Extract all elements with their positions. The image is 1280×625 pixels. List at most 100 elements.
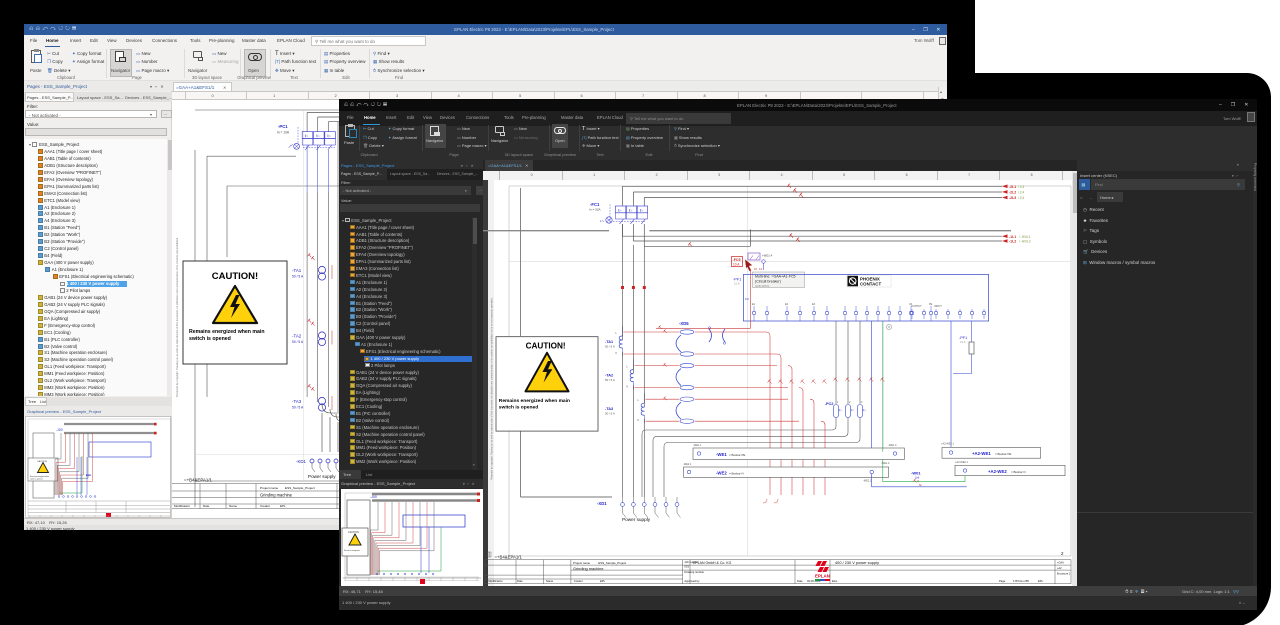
svg-text:/ 2.4: / 2.4 bbox=[1018, 185, 1024, 189]
svg-text:10 A: 10 A bbox=[733, 263, 740, 267]
svg-text:Modification: Modification bbox=[174, 504, 190, 508]
svg-text:-FC5: -FC5 bbox=[733, 258, 741, 262]
svg-text:EPL: EPL bbox=[1038, 579, 1044, 583]
svg-text:K: K bbox=[616, 351, 618, 355]
svg-text:-WE2.1: -WE2.1 bbox=[683, 463, 692, 466]
svg-text:13: 13 bbox=[759, 267, 762, 271]
svg-text:+A2-WE2: +A2-WE2 bbox=[988, 469, 1007, 474]
svg-text:EPL: EPL bbox=[280, 504, 286, 508]
svg-text:Name: Name bbox=[546, 579, 554, 583]
svg-text:Project name: Project name bbox=[260, 486, 279, 490]
svg-text:Drawing number: Drawing number bbox=[684, 570, 704, 574]
svg-text:I▷: I▷ bbox=[863, 408, 867, 412]
svg-text:178 from 265: 178 from 265 bbox=[1013, 579, 1029, 583]
svg-text:EPL: EPL bbox=[600, 579, 606, 583]
svg-text:ACB 3DT01: ACB 3DT01 bbox=[755, 284, 770, 288]
svg-text:CAUTION: CAUTION bbox=[37, 460, 47, 463]
svg-text:I▷: I▷ bbox=[327, 134, 331, 138]
svg-text:/ 2.4: / 2.4 bbox=[1018, 196, 1024, 200]
svg-text:Modification: Modification bbox=[488, 579, 503, 583]
svg-text:-TA3: -TA3 bbox=[605, 407, 613, 411]
svg-text:Grinding machine: Grinding machine bbox=[260, 493, 293, 498]
svg-text:+A2-WE1: +A2-WE1 bbox=[972, 451, 991, 456]
svg-text:EGL: EGL bbox=[832, 579, 838, 583]
svg-text:PE: PE bbox=[929, 303, 933, 306]
svg-text:-KD1: -KD1 bbox=[296, 459, 307, 464]
svg-text:Date: Date bbox=[203, 504, 210, 508]
svg-text:-TA2: -TA2 bbox=[292, 334, 302, 339]
svg-text:Name: Name bbox=[229, 504, 237, 508]
svg-text:CAUTION: CAUTION bbox=[348, 531, 359, 534]
svg-text:-WE2.2: -WE2.2 bbox=[863, 480, 872, 483]
svg-text:10: 10 bbox=[754, 267, 757, 271]
svg-text:Page: Page bbox=[999, 579, 1006, 583]
svg-text:Remains energized: Remains energized bbox=[344, 550, 359, 552]
svg-text:Creator: Creator bbox=[260, 504, 270, 508]
svg-text:I▷: I▷ bbox=[629, 208, 633, 212]
svg-text:I▷: I▷ bbox=[305, 134, 309, 138]
svg-text:Creator: Creator bbox=[574, 579, 583, 583]
svg-text:+A2: +A2 bbox=[1057, 567, 1062, 570]
svg-text:switch is opened: switch is opened bbox=[30, 478, 43, 481]
svg-text:-2L2: -2L2 bbox=[1009, 191, 1016, 195]
svg-text:50 / 5 A: 50 / 5 A bbox=[292, 275, 304, 279]
svg-text:E3: E3 bbox=[812, 303, 816, 306]
svg-text:-FC1: -FC1 bbox=[590, 202, 600, 207]
svg-text:-TA2: -TA2 bbox=[605, 374, 613, 378]
svg-text:K: K bbox=[638, 418, 640, 422]
svg-text:-XD1: -XD1 bbox=[597, 501, 607, 506]
svg-text:Power supply: Power supply bbox=[622, 517, 651, 522]
svg-text:Date: Date bbox=[797, 579, 803, 583]
svg-text:IOS: IOS bbox=[684, 565, 689, 569]
svg-text:50 / 5 A: 50 / 5 A bbox=[292, 406, 304, 410]
svg-text:400 / 230 V power supply: 400 / 230 V power supply bbox=[835, 560, 879, 565]
svg-text:Protected by copyright. Passin: Protected by copyright. Passing on as we… bbox=[491, 297, 494, 480]
svg-text:K: K bbox=[627, 385, 629, 389]
svg-text:-PC1: -PC1 bbox=[278, 124, 288, 129]
svg-text:+GAA: +GAA bbox=[1057, 562, 1064, 565]
svg-text:-WE2: -WE2 bbox=[716, 470, 727, 475]
svg-text:Project name: Project name bbox=[573, 561, 590, 565]
svg-text:Power supply: Power supply bbox=[308, 474, 336, 479]
svg-text:I▷: I▷ bbox=[640, 208, 644, 212]
svg-text:=+B4&EPA1/1: =+B4&EPA1/1 bbox=[184, 478, 213, 483]
svg-text:ESS_Sample_Project: ESS_Sample_Project bbox=[285, 486, 315, 490]
svg-text:-2L3: -2L3 bbox=[1009, 196, 1016, 200]
svg-text:CAUTION!: CAUTION! bbox=[526, 342, 566, 351]
svg-text:(Circuit breaker): (Circuit breaker) bbox=[755, 280, 781, 284]
svg-text:-TA3: -TA3 bbox=[292, 399, 302, 404]
svg-text:= Busbar N: = Busbar N bbox=[729, 471, 744, 475]
svg-text:switch is opened: switch is opened bbox=[189, 336, 231, 342]
svg-text:+WD1.4: +WD1.4 bbox=[762, 254, 773, 258]
svg-text:1∿: 1∿ bbox=[600, 219, 605, 223]
svg-text:Multi-line: =GAA+A1-FC5: Multi-line: =GAA+A1-FC5 bbox=[755, 275, 796, 279]
svg-text:I▷: I▷ bbox=[851, 408, 855, 412]
svg-text:-W01: -W01 bbox=[911, 471, 921, 476]
svg-text:E2: E2 bbox=[785, 303, 789, 306]
svg-text:Approved by: Approved by bbox=[684, 579, 700, 583]
svg-text:-PC2: -PC2 bbox=[825, 402, 834, 406]
svg-text:-2L1: -2L1 bbox=[1009, 185, 1016, 189]
svg-text:-XD5: -XD5 bbox=[679, 321, 689, 326]
svg-text:+A2-WE2.1: +A2-WE2.1 bbox=[955, 461, 968, 464]
svg-text:CAUTION!: CAUTION! bbox=[212, 271, 258, 282]
svg-text:/ 2.4: / 2.4 bbox=[1018, 191, 1024, 195]
svg-text:+A2-WE1.1: +A2-WE1.1 bbox=[941, 443, 954, 446]
svg-text:50 / 5 A: 50 / 5 A bbox=[605, 345, 615, 349]
svg-text:-WE1: -WE1 bbox=[716, 452, 727, 457]
svg-text:50 / 5 A: 50 / 5 A bbox=[605, 378, 615, 382]
svg-text:I▷: I▷ bbox=[618, 208, 622, 212]
svg-text:In = 10A: In = 10A bbox=[277, 131, 290, 135]
svg-text:I▷: I▷ bbox=[316, 134, 320, 138]
svg-text:Remains energized when main: Remains energized when main bbox=[189, 329, 265, 335]
svg-text:50 / 5 A: 50 / 5 A bbox=[292, 340, 304, 344]
svg-text:EPLAN GmbH & Co. KG: EPLAN GmbH & Co. KG bbox=[693, 561, 732, 565]
svg-text:E1: E1 bbox=[752, 303, 756, 306]
svg-text:INPUT: INPUT bbox=[934, 304, 942, 308]
svg-text:Protected by copyright. Passin: Protected by copyright. Passing on as we… bbox=[175, 237, 179, 397]
svg-text:-TA1: -TA1 bbox=[605, 340, 613, 344]
svg-text:Remains energized when main: Remains energized when main bbox=[499, 398, 570, 404]
svg-text:-WE1.1: -WE1.1 bbox=[693, 444, 702, 447]
svg-text:2: 2 bbox=[849, 401, 851, 404]
svg-text:L: L bbox=[616, 331, 618, 335]
